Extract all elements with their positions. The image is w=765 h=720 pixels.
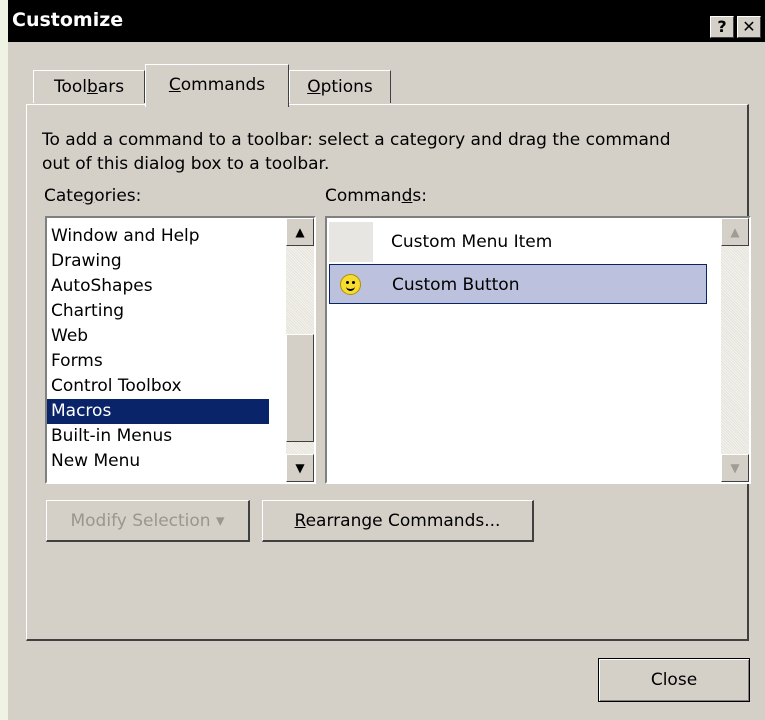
category-item[interactable]: Drawing [47, 249, 269, 274]
rearrange-commands-button[interactable]: Rearrange Commands... [262, 500, 534, 542]
tab-commands[interactable]: Commands [145, 64, 289, 107]
category-item[interactable]: Window and Help [47, 224, 269, 249]
customize-dialog: Customize ? ✕ Toolbars Commands Options … [8, 0, 765, 720]
command-icon-gutter [330, 265, 374, 305]
scroll-down-button[interactable]: ▼ [286, 454, 314, 482]
command-icon-gutter [329, 222, 373, 262]
title-bar[interactable]: Customize ? ✕ [8, 0, 765, 42]
categories-scrollbar[interactable]: ▲ ▼ [286, 218, 314, 482]
category-item[interactable]: AutoShapes [47, 274, 269, 299]
category-item[interactable]: Control Toolbox [47, 374, 269, 399]
command-item-custom-menu-item[interactable]: Custom Menu Item [329, 222, 707, 262]
categories-listbox[interactable]: Window and Help Drawing AutoShapes Charting… [45, 216, 316, 484]
close-window-button[interactable]: ✕ [737, 16, 761, 38]
scroll-up-button[interactable]: ▲ [721, 218, 749, 246]
category-item[interactable]: Web [47, 324, 269, 349]
category-item[interactable]: Charting [47, 299, 269, 324]
command-item-custom-button[interactable]: Custom Button [329, 264, 707, 304]
scroll-up-button[interactable]: ▲ [286, 218, 314, 246]
category-item[interactable]: Forms [47, 349, 269, 374]
command-label: Custom Menu Item [391, 232, 553, 252]
window-title: Customize [12, 9, 124, 31]
commands-label: Commands: [325, 186, 427, 206]
categories-label: Categories: [44, 186, 142, 206]
command-label: Custom Button [392, 275, 520, 295]
scroll-thumb[interactable] [286, 334, 314, 442]
help-button[interactable]: ? [710, 16, 734, 38]
tab-options[interactable]: Options [289, 70, 391, 103]
modify-selection-button[interactable]: Modify Selection ▾ [46, 500, 250, 542]
category-item[interactable]: Macros [47, 399, 269, 424]
commands-listbox[interactable]: Custom Menu Item Custom Button ▲ ▼ [325, 216, 751, 484]
commands-scrollbar[interactable]: ▲ ▼ [721, 218, 749, 482]
instructions-text: To add a command to a toolbar: select a … [42, 130, 671, 174]
category-item[interactable]: Built-in Menus [47, 424, 269, 449]
scroll-down-button[interactable]: ▼ [721, 454, 749, 482]
category-item[interactable]: New Menu [47, 449, 269, 474]
tab-toolbars[interactable]: Toolbars [33, 70, 145, 103]
smiley-icon [340, 274, 361, 295]
close-button[interactable]: Close [598, 658, 750, 702]
